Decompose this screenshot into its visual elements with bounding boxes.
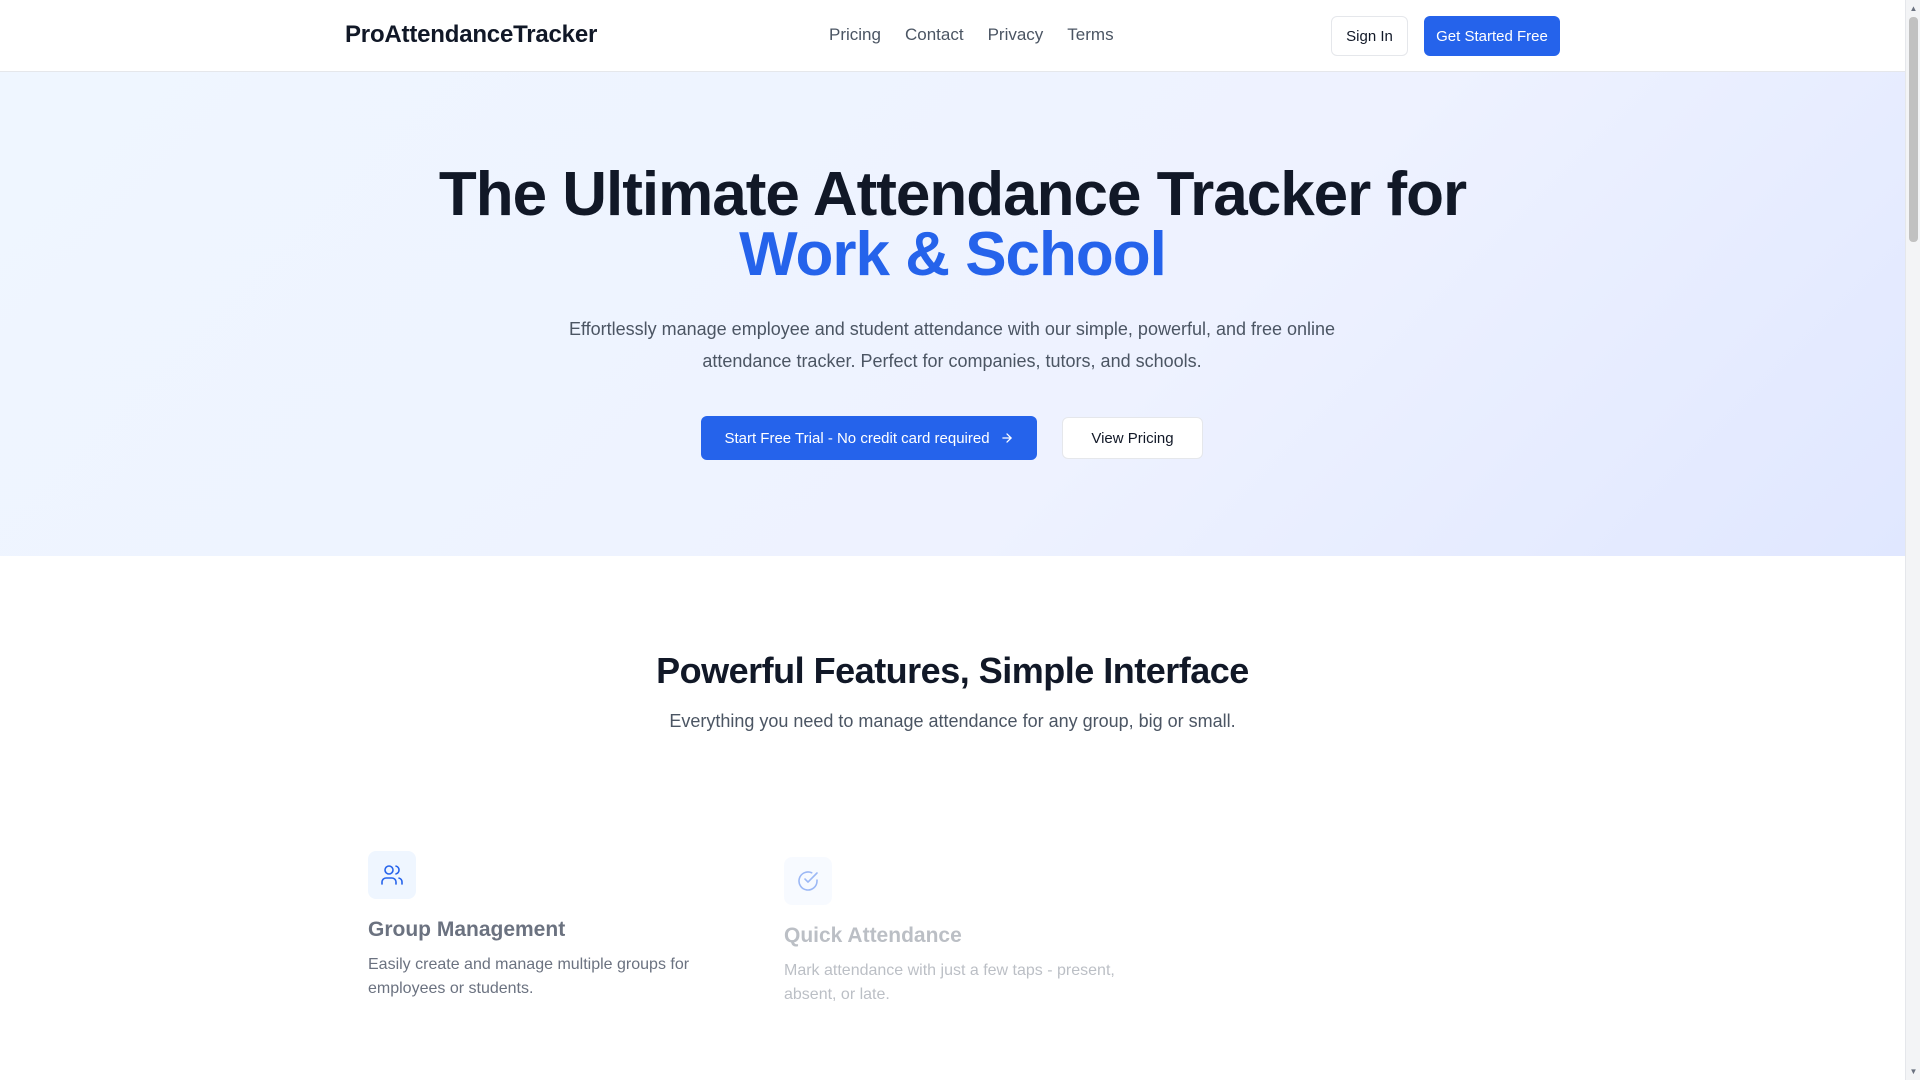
site-header: ProAttendanceTracker Pricing Contact Pri… — [0, 0, 1905, 72]
hero-subtitle: Effortlessly manage employee and student… — [568, 319, 1336, 371]
brand-logo[interactable]: ProAttendanceTracker — [345, 21, 597, 49]
nav-link-privacy[interactable]: Privacy — [988, 25, 1044, 45]
arrow-right-icon — [1001, 433, 1012, 443]
users-icon — [381, 865, 403, 885]
vertical-scrollbar[interactable]: ▲ ▼ — [1905, 0, 1920, 1080]
feature-icon-box — [784, 857, 832, 905]
nav-link-contact[interactable]: Contact — [905, 25, 964, 45]
feature-card-group-management: Group Management Easily create and manag… — [368, 851, 728, 1001]
feature-description: Easily create and manage multiple groups… — [368, 956, 690, 997]
main-nav: Pricing Contact Privacy Terms — [829, 25, 1114, 45]
feature-icon-box — [368, 851, 416, 899]
check-circle-icon — [798, 871, 818, 891]
page: ProAttendanceTracker Pricing Contact Pri… — [0, 0, 1905, 1080]
view-pricing-button[interactable]: View Pricing — [1062, 417, 1203, 459]
scrollbar-thumb[interactable] — [1909, 17, 1918, 242]
nav-link-terms[interactable]: Terms — [1067, 25, 1113, 45]
start-free-trial-button[interactable]: Start Free Trial - No credit card requir… — [701, 416, 1037, 460]
scroll-down-icon[interactable]: ▼ — [1909, 1067, 1918, 1076]
feature-card-quick-attendance: Quick Attendance Mark attendance with ju… — [784, 857, 1144, 1007]
feature-title: Group Management — [368, 918, 566, 941]
sign-in-button[interactable]: Sign In — [1331, 16, 1408, 56]
nav-link-pricing[interactable]: Pricing — [829, 25, 881, 45]
scroll-up-icon[interactable]: ▲ — [1909, 4, 1918, 13]
start-free-trial-label: Start Free Trial - No credit card requir… — [724, 429, 990, 447]
hero-title-line1: The Ultimate Attendance Tracker for — [438, 160, 1467, 229]
features-title: Powerful Features, Simple Interface — [656, 650, 1249, 691]
feature-description: Mark attendance with just a few taps - p… — [784, 962, 1115, 1003]
hero-section: The Ultimate Attendance Tracker for Work… — [0, 72, 1905, 556]
get-started-button[interactable]: Get Started Free — [1424, 16, 1560, 56]
hero-title-accent: Work & School — [739, 220, 1167, 289]
hero-title: The Ultimate Attendance Tracker for Work… — [0, 164, 1905, 286]
features-subtitle: Everything you need to manage attendance… — [669, 711, 1236, 731]
feature-title: Quick Attendance — [784, 924, 962, 947]
